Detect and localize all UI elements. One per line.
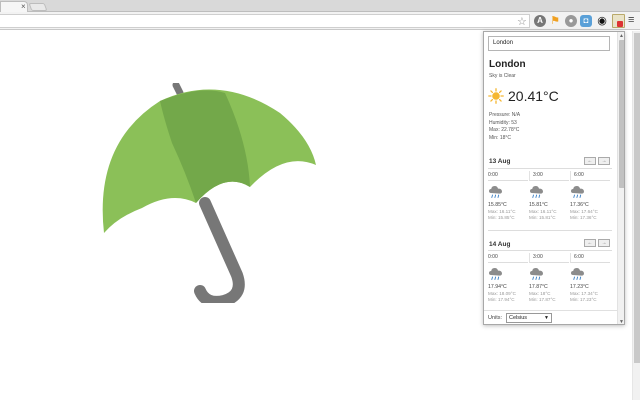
humidity-value: Humidity: 53 xyxy=(489,119,517,126)
popup-scroll-thumb[interactable] xyxy=(619,40,624,188)
slot-max: Max: 18°C xyxy=(529,291,551,296)
eye-icon[interactable]: ◉ xyxy=(596,15,608,27)
slot-min: Min: 17.36°C xyxy=(570,215,597,220)
tab-close-icon[interactable]: × xyxy=(21,1,26,12)
min-temperature: Min: 18°C xyxy=(489,134,512,141)
weather-stats: Pressure: N/A Humidity: 53 Max: 22.78°C … xyxy=(489,112,520,142)
units-select[interactable]: Celsius ▼ xyxy=(506,313,552,323)
menu-icon[interactable]: ≡ xyxy=(628,13,634,27)
slot-time: 3:00 xyxy=(529,253,569,263)
rain-cloud-icon xyxy=(489,268,502,280)
popup-scrollbar[interactable]: ▲ ▼ xyxy=(617,32,624,324)
rain-cloud-icon xyxy=(530,186,543,198)
slot-max: Max: 18.09°C xyxy=(488,291,516,296)
address-bar[interactable]: ☆ xyxy=(0,14,530,28)
rain-cloud-icon xyxy=(489,186,502,198)
slot-time: 3:00 xyxy=(529,171,569,181)
forecast-day-label: 13 Aug xyxy=(489,158,511,165)
slot-max: Max: 17.64°C xyxy=(570,209,598,214)
next-day-button[interactable]: → xyxy=(598,239,610,247)
extension-gray-icon[interactable]: ● xyxy=(565,15,577,27)
units-label: Units: xyxy=(488,315,503,321)
slot-time: 6:00 xyxy=(570,171,610,181)
page-scrollbar[interactable] xyxy=(632,31,640,400)
slot-temperature: 17.87°C xyxy=(529,284,548,290)
forecast-day-label: 14 Aug xyxy=(489,241,511,248)
slot-time: 0:00 xyxy=(488,171,528,181)
umbrella-illustration xyxy=(102,83,317,303)
browser-toolbar: ☆ A ⚑ ● ◘ ◉ ≡ xyxy=(0,12,640,30)
scroll-down-icon[interactable]: ▼ xyxy=(619,319,624,324)
divider xyxy=(488,250,612,251)
weather-description: Sky is Clear xyxy=(489,73,516,79)
slot-temperature: 15.85°C xyxy=(488,202,507,208)
slot-min: Min: 17.94°C xyxy=(488,297,515,302)
units-footer: Units: Celsius ▼ xyxy=(484,310,617,324)
calendar-weather-icon[interactable] xyxy=(612,14,625,28)
new-tab-button[interactable] xyxy=(28,3,48,11)
slot-min: Min: 17.87°C xyxy=(529,297,556,302)
slot-time: 6:00 xyxy=(570,253,610,263)
prev-day-button[interactable]: ← xyxy=(584,239,596,247)
slot-max: Max: 16.11°C xyxy=(488,209,516,214)
page-scroll-thumb[interactable] xyxy=(634,33,640,363)
tab-strip: × xyxy=(0,0,640,12)
slot-temperature: 17.36°C xyxy=(570,202,589,208)
weather-popup: London London Sky is Clear 20.41°C Press… xyxy=(483,31,625,325)
bookmark-flag-icon[interactable]: ⚑ xyxy=(549,15,561,27)
slot-min: Min: 17.23°C xyxy=(570,297,597,302)
divider xyxy=(488,230,612,231)
slot-temperature: 15.81°C xyxy=(529,202,548,208)
camera-icon[interactable]: ◘ xyxy=(580,15,592,27)
weather-popup-content: London London Sky is Clear 20.41°C Press… xyxy=(484,32,617,324)
slot-temperature: 17.94°C xyxy=(488,284,507,290)
sun-icon xyxy=(488,88,504,104)
rain-cloud-icon xyxy=(571,268,584,280)
rain-cloud-icon xyxy=(571,186,584,198)
slot-time: 0:00 xyxy=(488,253,528,263)
next-day-button[interactable]: → xyxy=(598,157,610,165)
slot-max: Max: 16.11°C xyxy=(529,209,557,214)
city-search-input[interactable]: London xyxy=(488,36,610,51)
rain-cloud-icon xyxy=(530,268,543,280)
scroll-up-icon[interactable]: ▲ xyxy=(619,33,624,39)
current-temperature: 20.41°C xyxy=(508,88,559,104)
slot-temperature: 17.23°C xyxy=(570,284,589,290)
slot-min: Min: 15.85°C xyxy=(488,215,515,220)
city-name: London xyxy=(489,59,526,70)
max-temperature: Max: 22.78°C xyxy=(489,127,520,133)
translate-icon[interactable]: A xyxy=(534,15,546,27)
browser-tab[interactable]: × xyxy=(0,1,28,12)
slot-min: Min: 15.81°C xyxy=(529,215,556,220)
umbrella-tip xyxy=(172,83,184,97)
bookmark-star-icon[interactable]: ☆ xyxy=(517,15,527,29)
pressure-value: Pressure: N/A xyxy=(489,112,521,118)
prev-day-button[interactable]: ← xyxy=(584,157,596,165)
umbrella-handle xyxy=(194,197,245,303)
units-selected-value: Celsius xyxy=(509,315,528,321)
divider xyxy=(488,168,612,169)
chevron-down-icon: ▼ xyxy=(544,315,549,321)
slot-max: Max: 17.34°C xyxy=(570,291,598,296)
